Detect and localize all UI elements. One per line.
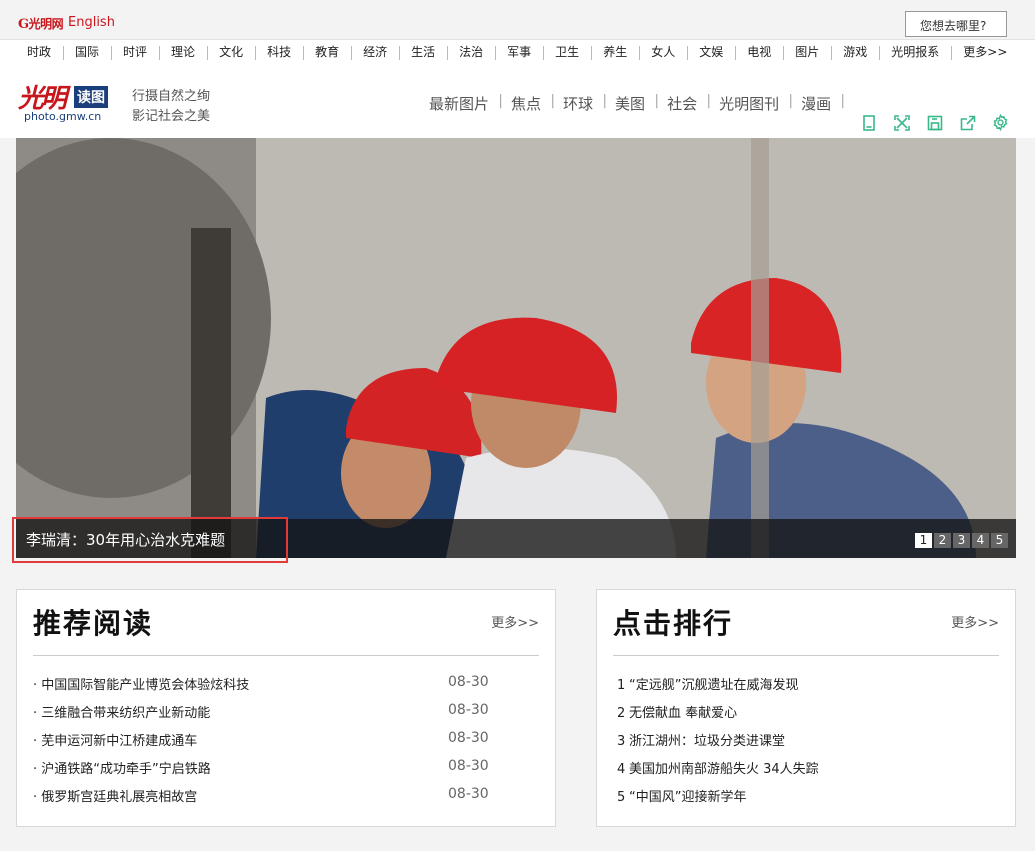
article-date: 08-30	[448, 674, 489, 690]
share-icon[interactable]	[951, 107, 984, 138]
rank-number: 5	[617, 790, 626, 805]
nav-item[interactable]: 电视	[735, 40, 783, 66]
article-title[interactable]: · 沪通铁路“成功牵手”宁启铁路	[33, 762, 211, 777]
channel-link[interactable]: 焦点	[500, 93, 555, 114]
nav-item[interactable]: 理论	[159, 40, 207, 66]
list-item[interactable]: · 三维融合带来纺织产业新动能 08-30	[33, 702, 539, 730]
list-item[interactable]: 3 浙江湖州：垃圾分类进课堂	[613, 730, 999, 758]
nav-item[interactable]: 法治	[447, 40, 495, 66]
list-item[interactable]: · 中国国际智能产业博览会体验炫科技 08-30	[33, 674, 539, 702]
search-input[interactable]: 您想去哪里?	[905, 11, 1007, 37]
channel-link[interactable]: 最新图片	[418, 93, 503, 114]
nav-item[interactable]: 文娱	[687, 40, 735, 66]
gallery-toolbar	[850, 107, 1017, 138]
ranking-title: 点击排行	[613, 607, 734, 640]
divider	[33, 655, 539, 656]
article-title[interactable]: 浙江湖州：垃圾分类进课堂	[629, 734, 785, 749]
nav-item[interactable]: 文化	[207, 40, 255, 66]
pager-button[interactable]: 5	[991, 533, 1008, 548]
article-date: 08-30	[448, 786, 489, 802]
article-title[interactable]: · 俄罗斯宫廷典礼展亮相故宫	[33, 790, 197, 805]
list-item[interactable]: 5 “中国风”迎接新学年	[613, 786, 999, 814]
bookmark-icon[interactable]	[853, 107, 886, 138]
settings-icon[interactable]	[984, 107, 1017, 138]
article-title[interactable]: 无偿献血 奉献爱心	[629, 706, 737, 721]
article-title[interactable]: “中国风”迎接新学年	[629, 790, 746, 805]
nav-item[interactable]: 游戏	[831, 40, 879, 66]
ranking-panel: 点击排行 更多>> 1 “定远舰”沉舰遗址在威海发现 2 无偿献血 奉献爱心 3 浙江湖州…	[596, 589, 1016, 827]
divider	[613, 655, 999, 656]
nav-item[interactable]: 军事	[495, 40, 543, 66]
article-date: 08-30	[448, 702, 489, 718]
gmw-logo[interactable]: G光明网	[18, 15, 64, 32]
rank-number: 3	[617, 734, 626, 749]
list-item[interactable]: · 俄罗斯宫廷典礼展亮相故宫 08-30	[33, 786, 539, 814]
nav-item[interactable]: 更多>>	[951, 40, 1019, 66]
photo-slideshow[interactable]: 李瑞清：30年用心治水克难题 12345	[16, 138, 1016, 558]
nav-item[interactable]: 时政	[15, 40, 63, 66]
save-icon[interactable]	[919, 107, 952, 138]
list-item[interactable]: 4 美国加州南部游船失火 34人失踪	[613, 758, 999, 786]
slogan: 行摄自然之绚 影记社会之美	[132, 87, 210, 127]
list-item[interactable]: 1 “定远舰”沉舰遗址在威海发现	[613, 674, 999, 702]
brand-url: photo.gmw.cn	[24, 110, 102, 123]
list-item[interactable]: · 沪通铁路“成功牵手”宁启铁路 08-30	[33, 758, 539, 786]
nav-item[interactable]: 女人	[639, 40, 687, 66]
channel-link[interactable]: 社会	[656, 93, 711, 114]
article-title[interactable]: “定远舰”沉舰遗址在威海发现	[629, 678, 798, 693]
channel-link[interactable]: 美图	[604, 93, 659, 114]
ranking-list: 1 “定远舰”沉舰遗址在威海发现 2 无偿献血 奉献爱心 3 浙江湖州：垃圾分类进课堂 4 美…	[613, 674, 999, 814]
recommend-title: 推荐阅读	[33, 607, 154, 640]
channel-link[interactable]: 漫画	[790, 93, 845, 114]
nav-item[interactable]: 卫生	[543, 40, 591, 66]
article-title[interactable]: · 中国国际智能产业博览会体验炫科技	[33, 678, 249, 693]
fullscreen-icon[interactable]	[886, 107, 919, 138]
article-title[interactable]: · 芜申运河新中江桥建成通车	[33, 734, 197, 749]
slide-photo	[16, 138, 1016, 558]
pager-button[interactable]: 1	[915, 533, 932, 548]
channel-link[interactable]: 环球	[552, 93, 607, 114]
pager-button[interactable]: 4	[972, 533, 989, 548]
pager-button[interactable]: 2	[934, 533, 951, 548]
recommend-panel: 推荐阅读 更多>> · 中国国际智能产业博览会体验炫科技 08-30 · 三维融合带…	[16, 589, 556, 827]
nav-item[interactable]: 经济	[351, 40, 399, 66]
recommend-list: · 中国国际智能产业博览会体验炫科技 08-30 · 三维融合带来纺织产业新动能 08…	[33, 674, 539, 814]
slogan-line-2: 影记社会之美	[132, 109, 211, 124]
photo-header: 光明 读图 photo.gmw.cn 行摄自然之绚 影记社会之美 最新图片焦点环…	[0, 66, 1035, 138]
photo-channel-logo[interactable]: 光明 读图 photo.gmw.cn	[16, 78, 126, 124]
article-date: 08-30	[448, 730, 489, 746]
nav-item[interactable]: 时评	[111, 40, 159, 66]
nav-item[interactable]: 生活	[399, 40, 447, 66]
rank-number: 2	[617, 706, 626, 721]
slogan-line-1: 行摄自然之绚	[132, 89, 211, 104]
article-date: 08-30	[448, 758, 489, 774]
article-title[interactable]: · 三维融合带来纺织产业新动能	[33, 706, 210, 721]
slide-caption-bar: 李瑞清：30年用心治水克难题 12345	[16, 519, 1016, 558]
ranking-more-link[interactable]: 更多>>	[951, 612, 999, 631]
nav-item[interactable]: 光明报系	[879, 40, 951, 66]
nav-item[interactable]: 养生	[591, 40, 639, 66]
top-bar: G光明网 English 您想去哪里?	[0, 6, 1035, 40]
nav-item[interactable]: 图片	[783, 40, 831, 66]
list-item[interactable]: 2 无偿献血 奉献爱心	[613, 702, 999, 730]
channel-link[interactable]: 光明图刊	[708, 93, 793, 114]
article-title[interactable]: 美国加州南部游船失火 34人失踪	[629, 762, 819, 777]
english-link[interactable]: English	[68, 15, 115, 30]
nav-item[interactable]: 科技	[255, 40, 303, 66]
slide-caption[interactable]: 李瑞清：30年用心治水克难题	[26, 529, 225, 550]
slide-pager: 12345	[915, 533, 1008, 548]
rank-number: 1	[617, 678, 626, 693]
list-item[interactable]: · 芜申运河新中江桥建成通车 08-30	[33, 730, 539, 758]
nav-item[interactable]: 教育	[303, 40, 351, 66]
rank-number: 4	[617, 762, 626, 777]
nav-item[interactable]: 国际	[63, 40, 111, 66]
channel-nav: 最新图片焦点环球美图社会光明图刊漫画	[418, 93, 845, 114]
recommend-more-link[interactable]: 更多>>	[491, 612, 539, 631]
brand-badge: 读图	[74, 86, 108, 108]
main-nav: 时政 国际 时评 理论 文化 科技 教育 经济 生活 法治 军事 卫生 养生 女人 文娱 电视 图片 游戏 光明报系…	[0, 40, 1035, 66]
pager-button[interactable]: 3	[953, 533, 970, 548]
